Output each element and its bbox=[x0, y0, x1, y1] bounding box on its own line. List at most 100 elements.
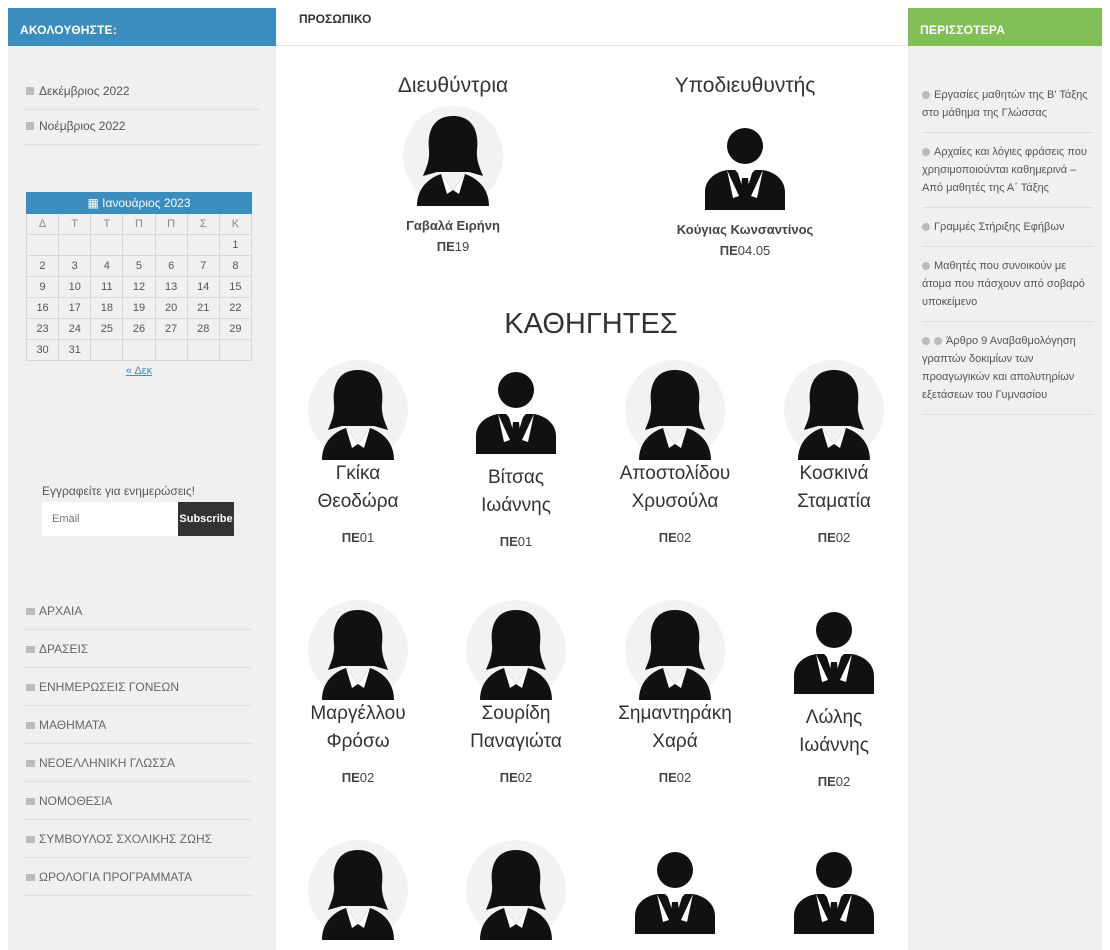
archive-item[interactable]: Δεκέμβριος 2022 bbox=[24, 84, 260, 110]
director-role: Διευθύντρια bbox=[397, 74, 509, 97]
calendar-day: 11 bbox=[91, 277, 124, 298]
circle-icon bbox=[922, 91, 930, 99]
follow-widget-title: ΑΚΟΛΟΥΘΗΣΤΕ: bbox=[8, 8, 276, 46]
calendar-day: 31 bbox=[59, 340, 92, 361]
page-title: ΠΡΟΣΩΠΙΚΟ bbox=[276, 0, 906, 46]
female-avatar-icon bbox=[625, 360, 725, 460]
calendar-day: 9 bbox=[27, 277, 60, 298]
category-link[interactable]: ΩΡΟΛΟΓΙΑ ΠΡΟΓΡΑΜΜΑΤΑ bbox=[24, 858, 252, 896]
director-card: Διευθύντρια Γαβαλά Ειρήνη ΠΕ19 bbox=[338, 74, 568, 254]
more-list: Εργασίες μαθητών της Β' Τάξης στο μάθημα… bbox=[922, 86, 1094, 415]
post-link[interactable]: Εργασίες μαθητών της Β' Τάξης στο μάθημα… bbox=[922, 86, 1094, 133]
director-specialty: ΠΕ19 bbox=[436, 239, 470, 254]
calendar-icon bbox=[26, 87, 34, 95]
calendar-header: ▦ Ιανουάριος 2023 bbox=[26, 192, 252, 214]
calendar-day: 22 bbox=[219, 298, 252, 319]
deputy-specialty: ΠΕ04.05 bbox=[719, 243, 771, 258]
folder-icon bbox=[26, 645, 35, 653]
circle-icon bbox=[922, 223, 930, 231]
post-link[interactable]: Αρχαίες και λόγιες φράσεις που χρησιμοπο… bbox=[922, 143, 1094, 208]
folder-icon bbox=[26, 835, 35, 843]
category-link[interactable]: ΝΟΜΟΘΕΣΙΑ bbox=[24, 782, 252, 820]
email-field[interactable] bbox=[42, 502, 178, 536]
calendar-day: 27 bbox=[155, 319, 188, 340]
weekday-label: Π bbox=[123, 214, 156, 235]
male-avatar-icon bbox=[784, 600, 884, 700]
calendar-day: 8 bbox=[219, 256, 252, 277]
category-link[interactable]: ΑΡΧΑΙΑ bbox=[24, 592, 252, 630]
calendar-day bbox=[27, 235, 60, 256]
post-link[interactable]: Άρθρο 9 Αναβαθμολόγηση γραπτών δοκιμίων … bbox=[922, 332, 1094, 415]
deputy-role: Υποδιευθυντής bbox=[674, 74, 816, 97]
teacher-specialty: ΠΕ02 bbox=[817, 774, 851, 789]
calendar-icon bbox=[26, 122, 34, 130]
female-avatar-icon bbox=[466, 600, 566, 700]
female-avatar-icon bbox=[403, 106, 503, 206]
circle-icon bbox=[922, 337, 930, 345]
calendar-day: 19 bbox=[123, 298, 156, 319]
teacher-card bbox=[446, 840, 586, 940]
teacher-card: Σημαντηράκη Χαρά ΠΕ02 bbox=[605, 600, 745, 785]
calendar-day: 14 bbox=[187, 277, 220, 298]
male-avatar-icon bbox=[784, 840, 884, 940]
post-link[interactable]: Μαθητές που συνοικούν με άτομα που πάσχο… bbox=[922, 257, 1094, 322]
subscribe-label: Εγγραφείτε για ενημερώσεις! bbox=[42, 484, 195, 498]
calendar-widget: ▦ Ιανουάριος 2023 Δ Τ Τ Π Π Σ Κ 1 2 3 4 5 6 7 8 9 10 11 12… bbox=[26, 192, 252, 377]
calendar-day bbox=[155, 235, 188, 256]
male-avatar-icon bbox=[466, 360, 566, 460]
calendar-prev-link[interactable]: « Δεκ bbox=[126, 365, 152, 377]
weekday-label: Τ bbox=[59, 214, 92, 235]
female-avatar-icon bbox=[308, 360, 408, 460]
teachers-heading: ΚΑΘΗΓΗΤΕΣ bbox=[504, 308, 678, 340]
teacher-specialty: ΠΕ01 bbox=[499, 534, 533, 549]
calendar-day bbox=[123, 235, 156, 256]
more-widget-title: ΠΕΡΙΣΣΟΤΕΡΑ bbox=[908, 8, 1102, 46]
calendar-day: 5 bbox=[123, 256, 156, 277]
teacher-specialty: ΠΕ02 bbox=[499, 770, 533, 785]
teacher-name: Μαργέλλου Φρόσω bbox=[310, 703, 406, 752]
teacher-card: Βίτσας Ιωάννης ΠΕ01 bbox=[446, 360, 586, 549]
calendar-day: 18 bbox=[91, 298, 124, 319]
calendar-day: 29 bbox=[219, 319, 252, 340]
main-content: ΠΡΟΣΩΠΙΚΟ Διευθύντρια Γαβαλά Ειρήνη ΠΕ19… bbox=[276, 0, 906, 950]
category-list: ΑΡΧΑΙΑ ΔΡΑΣΕΙΣ ΕΝΗΜΕΡΩΣΕΙΣ ΓΟΝΕΩΝ ΜΑΘΗΜΑΤΑ Ν… bbox=[24, 592, 252, 896]
teacher-card: Λώλης Ιωάννης ΠΕ02 bbox=[764, 600, 904, 789]
right-sidebar: ΠΕΡΙΣΣΟΤΕΡΑ Εργασίες μαθητών της Β' Τάξη… bbox=[908, 8, 1102, 950]
calendar-day bbox=[219, 340, 252, 361]
teacher-name: Λώλης Ιωάννης bbox=[799, 707, 869, 756]
calendar-day: 23 bbox=[27, 319, 60, 340]
calendar-day: 28 bbox=[187, 319, 220, 340]
folder-icon bbox=[26, 873, 35, 881]
category-link[interactable]: ΜΑΘΗΜΑΤΑ bbox=[24, 706, 252, 744]
calendar-day bbox=[59, 235, 92, 256]
archive-list: Δεκέμβριος 2022 Νοέμβριος 2022 bbox=[24, 84, 260, 145]
teacher-name: Σημαντηράκη Χαρά bbox=[618, 703, 732, 752]
category-link[interactable]: ΕΝΗΜΕΡΩΣΕΙΣ ΓΟΝΕΩΝ bbox=[24, 668, 252, 706]
folder-icon bbox=[26, 797, 35, 805]
folder-icon bbox=[26, 721, 35, 729]
teacher-card bbox=[288, 840, 428, 940]
teacher-specialty: ΠΕ02 bbox=[341, 770, 375, 785]
calendar-day: 2 bbox=[27, 256, 60, 277]
calendar-day bbox=[91, 235, 124, 256]
female-avatar-icon bbox=[308, 840, 408, 940]
category-link[interactable]: ΣΥΜΒΟΥΛΟΣ ΣΧΟΛΙΚΗΣ ΖΩΗΣ bbox=[24, 820, 252, 858]
calendar-day bbox=[123, 340, 156, 361]
calendar-day: 3 bbox=[59, 256, 92, 277]
male-avatar-icon bbox=[625, 840, 725, 940]
calendar-day: 1 bbox=[219, 235, 252, 256]
teacher-specialty: ΠΕ02 bbox=[658, 530, 692, 545]
calendar-day bbox=[187, 340, 220, 361]
teacher-card bbox=[605, 840, 745, 940]
calendar-day: 4 bbox=[91, 256, 124, 277]
category-link[interactable]: ΝΕΟΕΛΛΗΝΙΚΗ ΓΛΩΣΣΑ bbox=[24, 744, 252, 782]
category-link[interactable]: ΔΡΑΣΕΙΣ bbox=[24, 630, 252, 668]
teacher-card bbox=[764, 840, 904, 940]
archive-item[interactable]: Νοέμβριος 2022 bbox=[24, 110, 260, 145]
calendar-day: 20 bbox=[155, 298, 188, 319]
calendar-day: 10 bbox=[59, 277, 92, 298]
subscribe-button[interactable]: Subscribe bbox=[178, 502, 234, 536]
post-link[interactable]: Γραμμές Στήριξης Εφήβων bbox=[922, 218, 1094, 247]
weekday-label: Κ bbox=[219, 214, 252, 235]
folder-icon bbox=[26, 683, 35, 691]
